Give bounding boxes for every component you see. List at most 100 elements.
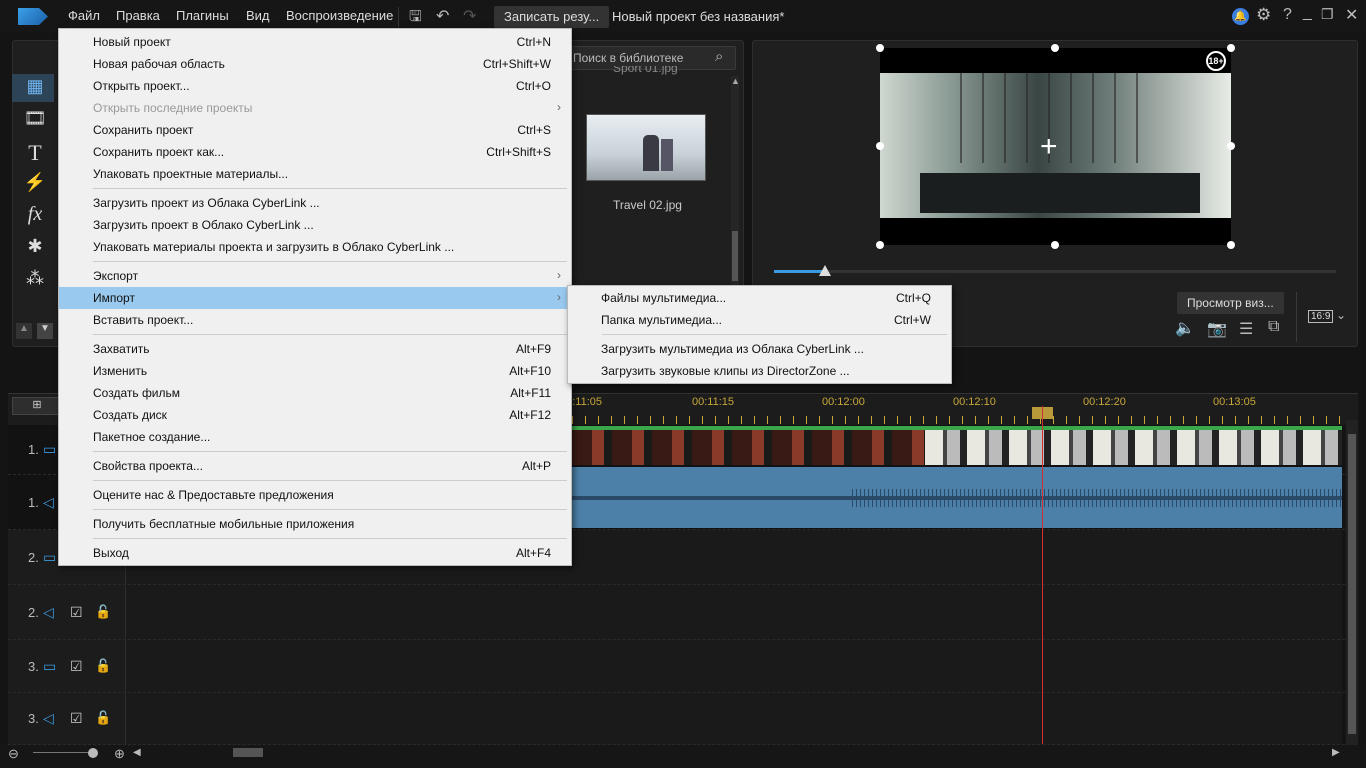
library-thumbnail-travel[interactable] — [586, 114, 706, 181]
menu-edit[interactable]: Правка — [116, 8, 160, 23]
snapshot-camera-icon[interactable]: 📷 — [1207, 319, 1227, 339]
preview-video[interactable]: 18+ + — [880, 48, 1231, 245]
scrollbar-thumb[interactable] — [732, 231, 738, 281]
audio-track-icon: ◁ — [43, 710, 54, 726]
transition-room-icon[interactable]: ⚡ — [22, 172, 48, 196]
notification-bell-icon[interactable]: 🔔 — [1232, 8, 1249, 25]
menu-item[interactable]: Свойства проекта... Alt+P — [59, 455, 571, 477]
menu-item[interactable]: Загрузить мультимедиа из Облака CyberLin… — [568, 338, 951, 360]
resize-handle[interactable] — [876, 241, 884, 249]
resize-handle[interactable] — [1051, 241, 1059, 249]
menu-item[interactable]: Захватить Alt+F9 — [59, 338, 571, 360]
scroll-up-icon[interactable]: ▲ — [16, 323, 32, 339]
effect-room-icon[interactable]: fx — [22, 203, 48, 227]
produce-button[interactable]: Записать резу... — [494, 6, 610, 28]
track-lock-icon[interactable]: 🔓 — [95, 710, 111, 726]
menu-item[interactable]: Папка мультимедиа... Ctrl+W — [568, 309, 951, 331]
playback-knob[interactable] — [818, 265, 831, 276]
scrollbar-thumb[interactable] — [1348, 434, 1356, 734]
resize-handle[interactable] — [876, 142, 884, 150]
menu-separator — [59, 506, 571, 513]
resize-handle[interactable] — [1227, 241, 1235, 249]
search-icon[interactable]: ⌕ — [715, 48, 723, 65]
menu-item-shortcut: Alt+F12 — [509, 408, 551, 422]
menu-item[interactable]: Экспорт › — [59, 265, 571, 287]
zoom-slider[interactable] — [33, 752, 93, 753]
render-preview-button[interactable]: Просмотр виз... — [1177, 292, 1284, 314]
resize-handle[interactable] — [1227, 142, 1235, 150]
menu-item[interactable]: Оцените нас & Предоставьте предложения — [59, 484, 571, 506]
zoom-slider-knob[interactable] — [88, 748, 98, 758]
track-enable-checkbox[interactable]: ☑ — [70, 604, 83, 621]
undock-preview-icon[interactable]: ⧉ — [1268, 318, 1279, 336]
menu-item[interactable]: Файлы мультимедиа... Ctrl+Q — [568, 287, 951, 309]
menu-item[interactable]: Загрузить звуковые клипы из DirectorZone… — [568, 360, 951, 382]
menu-item[interactable]: Изменить Alt+F10 — [59, 360, 571, 382]
menu-item[interactable]: Загрузить проект в Облако CyberLink ... — [59, 214, 571, 236]
zoom-in-icon[interactable]: ⊕ — [114, 746, 125, 762]
scroll-up-icon[interactable]: ▲ — [731, 76, 740, 86]
scroll-right-icon[interactable]: ▶ — [1332, 747, 1340, 758]
track-number: 3. — [28, 711, 39, 726]
menu-item[interactable]: Вставить проект... — [59, 309, 571, 331]
playhead-line[interactable] — [1042, 406, 1043, 744]
menu-item[interactable]: Выход Alt+F4 — [59, 542, 571, 564]
audio-clip[interactable] — [572, 467, 1342, 528]
track-manager-icon[interactable]: ⊞ — [12, 397, 62, 415]
menu-view[interactable]: Вид — [246, 8, 270, 23]
volume-icon[interactable]: 🔈 — [1175, 318, 1195, 338]
close-icon[interactable]: ✕ — [1345, 5, 1358, 25]
title-room-icon[interactable]: T — [22, 140, 48, 165]
menu-item[interactable]: Открыть проект... Ctrl+O — [59, 75, 571, 97]
resize-handle[interactable] — [876, 44, 884, 52]
help-icon[interactable]: ? — [1283, 6, 1292, 24]
restore-icon[interactable]: ❐ — [1321, 6, 1334, 23]
menu-plugins[interactable]: Плагины — [176, 8, 229, 23]
settings-gear-icon[interactable]: ⚙ — [1256, 5, 1271, 25]
track-lock-icon[interactable]: 🔓 — [95, 604, 111, 620]
media-room-icon[interactable]: ▦ — [22, 76, 48, 100]
aspect-ratio-selector[interactable]: 16:9 — [1308, 310, 1334, 323]
menu-item[interactable]: Упаковать материалы проекта и загрузить … — [59, 236, 571, 258]
scroll-down-icon[interactable]: ▼ — [37, 323, 53, 339]
move-crosshair-icon[interactable]: + — [1040, 132, 1058, 162]
menu-item[interactable]: Получить бесплатные мобильные приложения — [59, 513, 571, 535]
library-scrollbar[interactable]: ▲ — [731, 76, 740, 286]
menu-separator — [59, 477, 571, 484]
menu-playback[interactable]: Воспроизведение — [286, 8, 393, 23]
menu-item[interactable]: Загрузить проект из Облака CyberLink ... — [59, 192, 571, 214]
particle-room-icon[interactable]: ⁂ — [22, 268, 48, 292]
project-title: Новый проект без названия* — [612, 9, 785, 24]
menu-item[interactable]: Создать фильм Alt+F11 — [59, 382, 571, 404]
menu-item[interactable]: Новый проект Ctrl+N — [59, 31, 571, 53]
menu-item[interactable]: Сохранить проект как... Ctrl+Shift+S — [59, 141, 571, 163]
menu-item[interactable]: Создать диск Alt+F12 — [59, 404, 571, 426]
timeline-horizontal-scrollbar[interactable] — [233, 748, 263, 757]
menu-item[interactable]: Импорт › — [59, 287, 571, 309]
fx-room-film-icon[interactable]: 🎞 — [22, 108, 48, 132]
menu-item-shortcut: Ctrl+S — [517, 123, 551, 137]
zoom-out-icon[interactable]: ⊖ — [8, 746, 19, 762]
scroll-left-icon[interactable]: ◀ — [133, 747, 141, 758]
track-lock-icon[interactable]: 🔓 — [95, 658, 111, 674]
menu-item[interactable]: Упаковать проектные материалы... — [59, 163, 571, 185]
track-enable-checkbox[interactable]: ☑ — [70, 658, 83, 675]
rating-badge: 18+ — [1206, 51, 1226, 71]
menu-item-label: Открыть последние проекты — [93, 101, 253, 115]
resize-handle[interactable] — [1051, 44, 1059, 52]
preview-list-icon[interactable]: ☰ — [1239, 319, 1253, 339]
video-clip[interactable] — [925, 430, 1342, 465]
track-enable-checkbox[interactable]: ☑ — [70, 710, 83, 727]
playback-slider[interactable] — [774, 265, 1336, 276]
redo-icon[interactable]: ↷ — [463, 6, 476, 26]
menu-item[interactable]: Новая рабочая область Ctrl+Shift+W — [59, 53, 571, 75]
menu-item[interactable]: Сохранить проект Ctrl+S — [59, 119, 571, 141]
menu-item[interactable]: Пакетное создание... — [59, 426, 571, 448]
chevron-down-icon[interactable]: ⌄ — [1336, 308, 1346, 322]
menu-file[interactable]: Файл — [68, 8, 100, 23]
undo-icon[interactable]: ↶ — [436, 6, 449, 26]
timeline-vertical-scrollbar[interactable] — [1346, 420, 1358, 746]
resize-handle[interactable] — [1227, 44, 1235, 52]
pip-room-icon[interactable]: ✱ — [22, 236, 48, 260]
minimize-icon[interactable]: _ — [1303, 4, 1312, 22]
